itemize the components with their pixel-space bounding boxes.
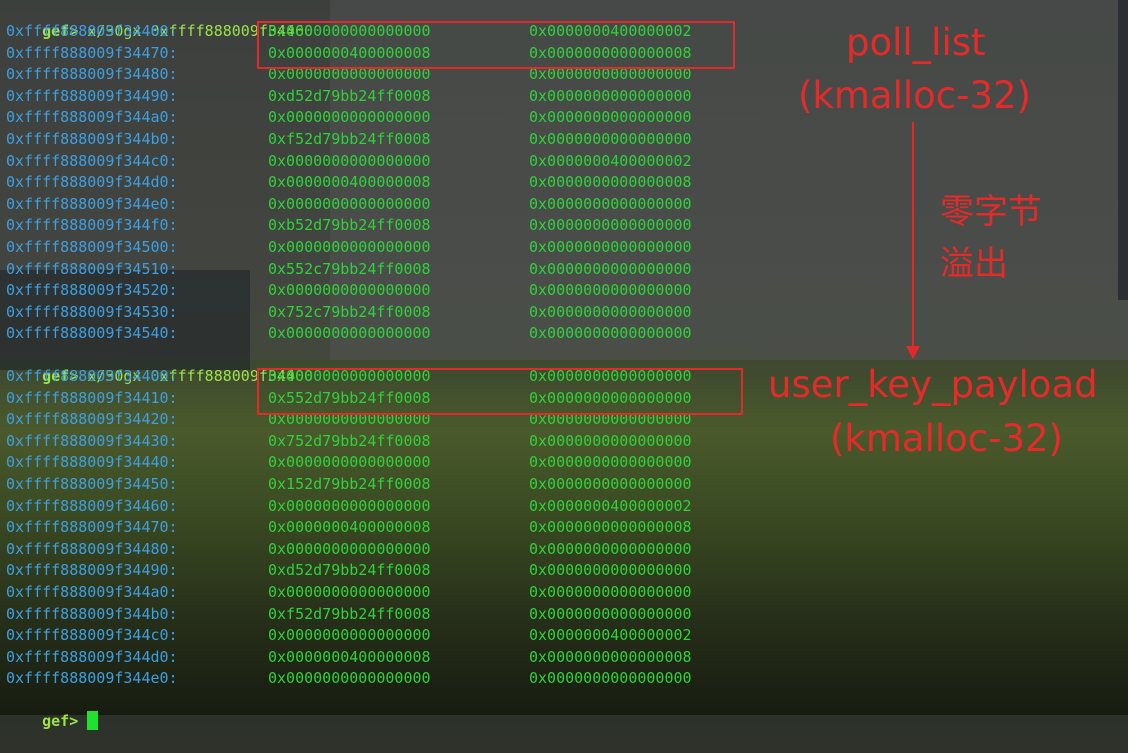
memory-qword-1: 0x0000000000000000 <box>268 496 431 515</box>
memory-qword-1: 0x0000000000000000 <box>268 626 431 645</box>
memory-qword-2: 0x0000000000000000 <box>529 238 692 256</box>
memory-qword-2: 0x0000000000000008 <box>529 173 692 192</box>
memory-address: 0xffff888009f34500: <box>6 238 178 256</box>
memory-qword-2: 0x0000000000000000 <box>529 302 692 321</box>
memory-address: 0xffff888009f344c0: <box>6 626 178 645</box>
memory-address: 0xffff888009f344a0: <box>6 108 178 127</box>
memory-address: 0xffff888009f34530: <box>6 302 178 321</box>
memory-address: 0xffff888009f34490: <box>6 86 178 105</box>
memory-address: 0xffff888009f34540: <box>6 324 178 343</box>
memory-address: 0xffff888009f344b0: <box>6 604 178 623</box>
user-key-payload-highlight-box <box>257 368 743 415</box>
memory-address: 0xffff888009f344d0: <box>6 173 178 192</box>
memory-qword-2: 0x0000000000000008 <box>529 647 692 666</box>
memory-address: 0xffff888009f344e0: <box>6 669 178 688</box>
memory-address: 0xffff888009f344a0: <box>6 583 178 601</box>
memory-address: 0xffff888009f344e0: <box>6 194 178 213</box>
memory-qword-2: 0x0000000000000000 <box>529 561 692 580</box>
memory-address: 0xffff888009f34420: <box>6 410 178 429</box>
memory-qword-1: 0x0000000000000000 <box>268 583 431 601</box>
memory-address: 0xffff888009f34430: <box>6 431 178 450</box>
memory-address: 0xffff888009f34510: <box>6 259 178 278</box>
overflow-arrow <box>912 122 914 350</box>
memory-qword-1: 0x0000000000000000 <box>268 539 431 558</box>
memory-qword-1: 0x152d79bb24ff0008 <box>268 475 431 493</box>
memory-address: 0xffff888009f344b0: <box>6 130 178 148</box>
memory-qword-2: 0x0000000000000000 <box>529 86 692 105</box>
annotation-poll-list-cache: (kmalloc-32) <box>798 74 1031 117</box>
memory-qword-2: 0x0000000000000000 <box>529 604 692 623</box>
poll-list-highlight-box <box>257 21 735 69</box>
memory-qword-2: 0x0000000000000000 <box>529 475 692 493</box>
memory-qword-1: 0x752d79bb24ff0008 <box>268 431 431 450</box>
memory-qword-1: 0x0000000000000000 <box>268 669 431 688</box>
memory-qword-2: 0x0000000000000000 <box>529 453 692 472</box>
memory-qword-1: 0xf52d79bb24ff0008 <box>268 604 431 623</box>
memory-address: 0xffff888009f34470: <box>6 43 178 62</box>
memory-address: 0xffff888009f34400: <box>6 367 178 385</box>
memory-address: 0xffff888009f344d0: <box>6 647 178 666</box>
annotation-zero-byte: 零字节 <box>940 192 1042 232</box>
memory-qword-1: 0x0000000400000008 <box>268 647 431 666</box>
memory-qword-2: 0x0000000000000000 <box>529 108 692 127</box>
command-line-1: gef> x/30gx 0xffff888009f34460 <box>6 0 313 40</box>
overflow-arrow-head <box>906 346 920 359</box>
text-cursor[interactable] <box>87 711 99 730</box>
memory-qword-1: 0x0000000400000008 <box>268 518 431 537</box>
memory-qword-2: 0x0000000000000000 <box>529 130 692 148</box>
memory-qword-2: 0x0000000400000002 <box>529 151 692 170</box>
memory-qword-1: 0x0000000000000000 <box>268 151 431 170</box>
memory-qword-2: 0x0000000000000000 <box>529 281 692 300</box>
memory-address: 0xffff888009f34470: <box>6 518 178 537</box>
memory-address: 0xffff888009f34520: <box>6 281 178 300</box>
memory-qword-2: 0x0000000000000000 <box>529 324 692 343</box>
command-line-2: gef> x/30gx 0xffff888009f34400 <box>6 345 313 385</box>
memory-address: 0xffff888009f34410: <box>6 388 178 407</box>
memory-qword-1: 0x0000000000000000 <box>268 324 431 343</box>
memory-qword-1: 0x0000000000000000 <box>268 238 431 256</box>
memory-qword-1: 0x0000000400000008 <box>268 173 431 192</box>
memory-qword-2: 0x0000000000000000 <box>529 194 692 213</box>
memory-qword-1: 0xb52d79bb24ff0008 <box>268 216 431 235</box>
memory-address: 0xffff888009f34480: <box>6 539 178 558</box>
memory-qword-1: 0x552c79bb24ff0008 <box>268 259 431 278</box>
memory-qword-1: 0xd52d79bb24ff0008 <box>268 86 431 105</box>
memory-qword-2: 0x0000000400000002 <box>529 626 692 645</box>
memory-address: 0xffff888009f34450: <box>6 475 178 493</box>
annotation-user-key-payload-cache: (kmalloc-32) <box>830 417 1063 460</box>
memory-qword-1: 0x0000000000000000 <box>268 281 431 300</box>
memory-address: 0xffff888009f344f0: <box>6 216 178 235</box>
memory-qword-1: 0xd52d79bb24ff0008 <box>268 561 431 580</box>
memory-qword-2: 0x0000000000000000 <box>529 259 692 278</box>
memory-address: 0xffff888009f34480: <box>6 65 178 84</box>
memory-qword-2: 0x0000000000000008 <box>529 518 692 537</box>
memory-qword-2: 0x0000000000000000 <box>529 216 692 235</box>
memory-qword-1: 0xf52d79bb24ff0008 <box>268 130 431 148</box>
memory-address: 0xffff888009f34490: <box>6 561 178 580</box>
memory-qword-2: 0x0000000000000000 <box>529 583 692 601</box>
memory-qword-1: 0x0000000000000000 <box>268 453 431 472</box>
memory-address: 0xffff888009f34460: <box>6 496 178 515</box>
annotation-overflow: 溢出 <box>940 244 1008 284</box>
memory-qword-2: 0x0000000000000000 <box>529 539 692 558</box>
memory-qword-2: 0x0000000400000002 <box>529 496 692 515</box>
memory-address: 0xffff888009f34440: <box>6 453 178 472</box>
annotation-poll-list: poll_list <box>846 21 986 64</box>
memory-qword-2: 0x0000000000000000 <box>529 431 692 450</box>
memory-address: 0xffff888009f344c0: <box>6 151 178 170</box>
memory-qword-2: 0x0000000000000000 <box>529 669 692 688</box>
input-prompt-line[interactable]: gef> <box>6 690 99 730</box>
memory-qword-1: 0x0000000000000000 <box>268 108 431 127</box>
memory-qword-1: 0x752c79bb24ff0008 <box>268 302 431 321</box>
annotation-user-key-payload: user_key_payload <box>768 363 1098 406</box>
memory-qword-1: 0x0000000000000000 <box>268 194 431 213</box>
memory-address: 0xffff888009f34460: <box>6 22 178 40</box>
